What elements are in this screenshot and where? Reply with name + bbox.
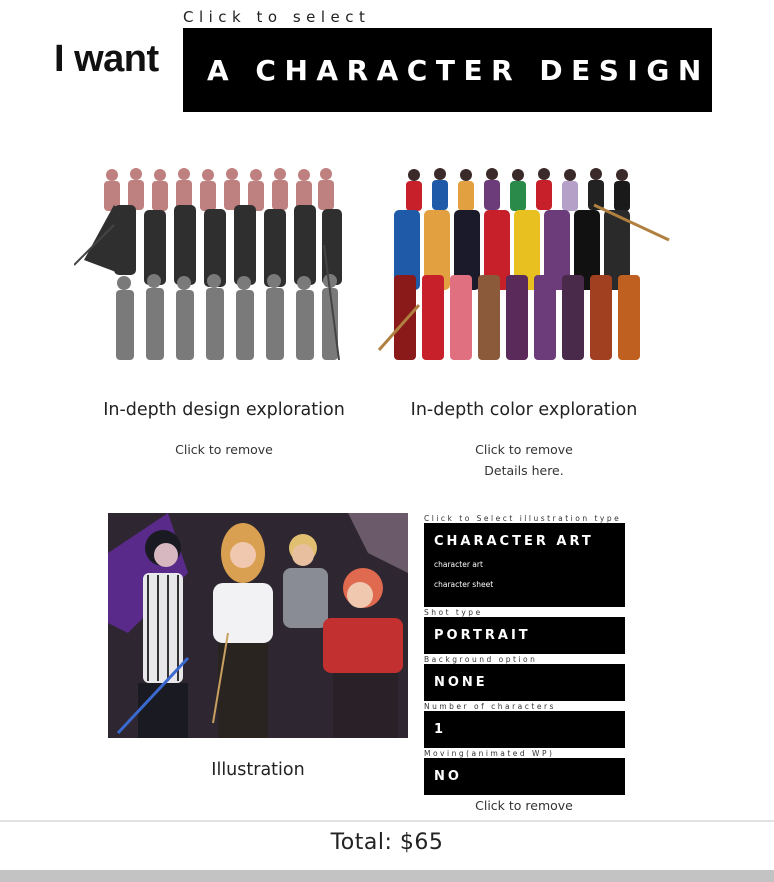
remove-design-exploration-link[interactable]: Click to remove (74, 442, 374, 457)
illustration-type-label: Click to Select illustration type (424, 514, 622, 523)
background-option-value: NONE (434, 675, 488, 690)
design-type-selector[interactable]: A CHARACTER DESIGN (183, 28, 712, 112)
details-here-link[interactable]: here. (532, 463, 564, 478)
color-exploration-details: Details here. (374, 463, 674, 478)
background-option-label: Background option (424, 655, 538, 664)
option-title-color-exploration: In-depth color exploration (410, 400, 638, 420)
design-exploration-image[interactable] (74, 165, 350, 365)
shot-type-select[interactable]: PORTRAIT (424, 617, 625, 654)
moving-select[interactable]: NO (424, 758, 625, 795)
character-lineup-color-icon (377, 168, 670, 360)
color-exploration-image[interactable] (374, 165, 674, 365)
illustration-type-select[interactable]: CHARACTER ART character art character sh… (424, 523, 625, 607)
moving-value: NO (434, 769, 462, 784)
shot-type-value: PORTRAIT (434, 628, 531, 643)
i-want-label: I want (54, 38, 159, 80)
option-title-design-exploration: In-depth design exploration (103, 400, 345, 420)
number-of-characters-label: Number of characters (424, 702, 556, 711)
footer-divider (0, 820, 774, 822)
click-to-select-hint: Click to select (183, 8, 371, 26)
remove-color-exploration-link[interactable]: Click to remove (374, 442, 674, 457)
illustration-image[interactable] (108, 513, 408, 738)
number-of-characters-select[interactable]: 1 (424, 711, 625, 748)
illustration-type-option-character-art[interactable]: character art (434, 560, 625, 569)
group-illustration-icon (108, 513, 408, 738)
character-lineup-grayscale-icon (74, 168, 342, 361)
illustration-type-value: CHARACTER ART (434, 534, 594, 549)
remove-illustration-link[interactable]: Click to remove (374, 798, 674, 813)
horizontal-scrollbar[interactable] (0, 870, 774, 882)
details-prefix: Details (484, 463, 532, 478)
illustration-type-option-character-sheet[interactable]: character sheet (434, 580, 625, 589)
moving-label: Moving(animated WP) (424, 749, 555, 758)
shot-type-label: Shot type (424, 608, 483, 617)
total-price: Total: $65 (330, 830, 444, 855)
design-type-value: A CHARACTER DESIGN (207, 53, 710, 87)
background-option-select[interactable]: NONE (424, 664, 625, 701)
number-of-characters-value: 1 (434, 722, 447, 737)
option-title-illustration: Illustration (211, 760, 305, 780)
